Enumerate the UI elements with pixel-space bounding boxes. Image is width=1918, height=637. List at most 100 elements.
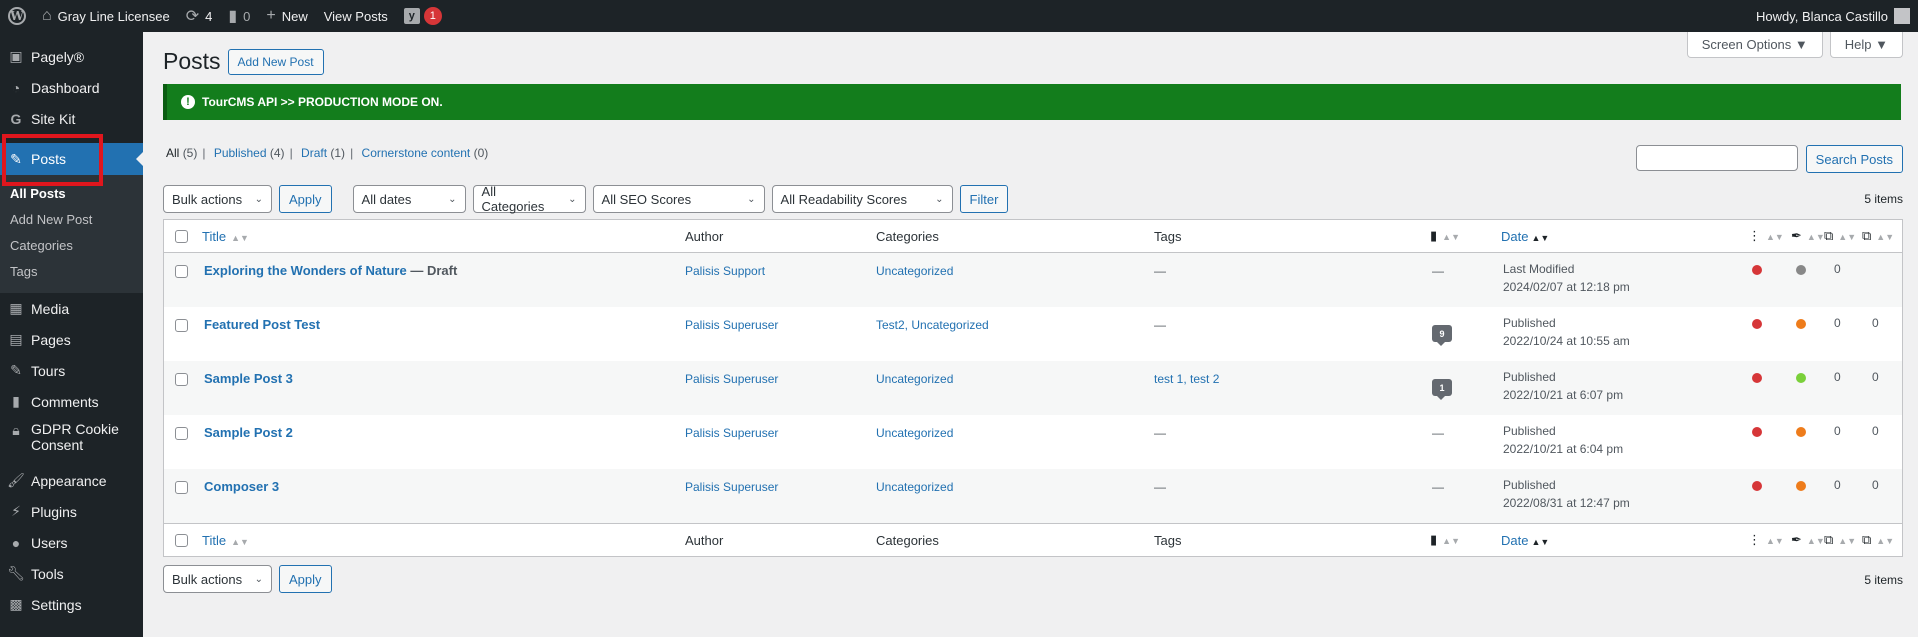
view-draft[interactable]: Draft (1) (301, 146, 345, 160)
tablenav-bottom: Bulk actions ⌄ Apply (163, 565, 332, 593)
post-title-link[interactable]: Featured Post Test (204, 317, 320, 332)
account-menu[interactable]: Howdy, Blanca Castillo (1748, 0, 1918, 32)
readability-column-icon[interactable]: ✒︎ ▲▼ (1791, 532, 1825, 548)
new-content-link[interactable]: + New (258, 0, 315, 32)
wordpress-logo-button[interactable]: W (0, 0, 34, 32)
pages-icon: ▤ (9, 331, 23, 347)
column-author-header: Author (685, 228, 724, 244)
search-posts-button[interactable]: Search Posts (1805, 145, 1903, 173)
add-new-post-button[interactable]: Add New Post (227, 48, 324, 75)
author-link[interactable]: Palisis Superuser (685, 318, 778, 332)
comment-count-bubble[interactable]: 9 (1432, 325, 1452, 346)
menu-media[interactable]: ▦ Media (0, 293, 143, 324)
row-checkbox[interactable] (175, 373, 188, 386)
readability-score-indicator (1796, 427, 1806, 437)
settings-icon: ▩ (9, 596, 23, 612)
readability-column-icon[interactable]: ✒︎ ▲▼ (1791, 228, 1825, 244)
categories-link[interactable]: Uncategorized (876, 480, 953, 494)
incoming-links-column-icon[interactable]: ⧉ ▲▼ (1862, 228, 1894, 244)
seo-score-column-icon[interactable]: ⋮ ▲▼ (1748, 532, 1784, 548)
view-cornerstone[interactable]: Cornerstone content (0) (362, 146, 489, 160)
view-all[interactable]: All (5) (166, 146, 197, 160)
outgoing-links-column-icon[interactable]: ⧉ ▲▼ (1824, 228, 1856, 244)
column-categories-header: Categories (876, 228, 939, 244)
wordpress-icon: W (8, 7, 26, 25)
submenu-tags[interactable]: Tags (0, 259, 143, 285)
select-all-checkbox-footer[interactable] (175, 533, 188, 547)
apply-button-bottom[interactable]: Apply (279, 565, 332, 593)
post-title-link[interactable]: Exploring the Wonders of Nature (204, 263, 407, 278)
categories-link[interactable]: Uncategorized (876, 426, 953, 440)
row-checkbox[interactable] (175, 319, 188, 332)
post-title: Sample Post 2 (204, 425, 293, 440)
seo-score-column-icon[interactable]: ⋮ ▲▼ (1748, 228, 1784, 244)
menu-pagely[interactable]: ▣ Pagely® (0, 41, 143, 72)
notification-badge: 1 (423, 7, 442, 25)
post-title-link[interactable]: Sample Post 2 (204, 425, 293, 440)
updates-link[interactable]: ⟳ 4 (178, 0, 221, 32)
bulk-actions-select-bottom[interactable]: Bulk actions ⌄ (163, 565, 272, 593)
menu-dashboard[interactable]: ◔ Dashboard (0, 72, 143, 103)
select-all-checkbox[interactable] (175, 229, 188, 243)
view-posts-link[interactable]: View Posts (316, 0, 396, 32)
incoming-links-count: 0 (1872, 316, 1879, 330)
row-checkbox[interactable] (175, 427, 188, 440)
column-title-header[interactable]: Title ▲▼ (202, 229, 249, 244)
posts-submenu: All Posts Add New Post Categories Tags (0, 175, 143, 293)
menu-users[interactable]: ● Users (0, 527, 143, 558)
apply-button[interactable]: Apply (279, 185, 332, 213)
menu-settings[interactable]: ▩ Settings (0, 589, 143, 620)
menu-comments[interactable]: ▮ Comments (0, 386, 143, 417)
author-link[interactable]: Palisis Superuser (685, 426, 778, 440)
menu-pages[interactable]: ▤ Pages (0, 324, 143, 355)
yoast-menu[interactable]: y1 (396, 0, 450, 32)
post-state: — Draft (410, 263, 458, 278)
menu-appearance[interactable]: 🖌︎ Appearance (0, 465, 143, 496)
comments-column-icon[interactable]: ▮ ▲▼ (1430, 532, 1460, 548)
submenu-categories[interactable]: Categories (0, 233, 143, 259)
menu-plugins[interactable]: ⚡︎ Plugins (0, 496, 143, 527)
view-published[interactable]: Published (4) (214, 146, 285, 160)
categories-link[interactable]: Uncategorized (876, 372, 953, 386)
submenu-all-posts[interactable]: All Posts (0, 181, 143, 207)
media-icon: ▦ (9, 300, 23, 316)
bulk-actions-select[interactable]: Bulk actions ⌄ (163, 185, 272, 213)
menu-tours[interactable]: ✎ Tours (0, 355, 143, 386)
site-name-link[interactable]: ⌂ Gray Line Licensee (34, 0, 178, 32)
submenu-add-new-post[interactable]: Add New Post (0, 207, 143, 233)
post-title-link[interactable]: Sample Post 3 (204, 371, 293, 386)
chevron-down-icon: ⌄ (254, 193, 263, 205)
comments-link[interactable]: ▮ 0 (220, 0, 258, 32)
yoast-icon: y (403, 8, 420, 24)
author-link[interactable]: Palisis Superuser (685, 480, 778, 494)
categories-filter-select[interactable]: All Categories ⌄ (472, 184, 586, 214)
categories-link[interactable]: Test2, Uncategorized (876, 318, 989, 332)
author-link[interactable]: Palisis Support (685, 264, 765, 278)
author-link[interactable]: Palisis Superuser (685, 372, 778, 386)
help-button[interactable]: Help ▼ (1829, 32, 1903, 58)
seo-scores-select[interactable]: All SEO Scores ⌄ (592, 185, 765, 213)
row-checkbox[interactable] (175, 265, 188, 278)
readability-scores-select[interactable]: All Readability Scores ⌄ (771, 185, 953, 213)
menu-gdpr-cookie-consent[interactable]: 🔒︎ GDPR Cookie Consent (0, 417, 143, 459)
menu-tools[interactable]: 🔧︎ Tools (0, 558, 143, 589)
column-date-footer[interactable]: Date ▲▼ (1501, 533, 1549, 548)
tags-value[interactable]: test 1, test 2 (1154, 372, 1219, 386)
menu-posts[interactable]: ✎ Posts (0, 143, 143, 175)
screen-options-button[interactable]: Screen Options ▼ (1686, 32, 1823, 58)
admin-sidebar: ▣ Pagely® ◔ Dashboard G Site Kit ✎ Posts All… (0, 32, 143, 637)
column-title-footer[interactable]: Title ▲▼ (202, 533, 249, 548)
search-input[interactable] (1635, 145, 1798, 171)
incoming-links-column-icon[interactable]: ⧉ ▲▼ (1862, 532, 1894, 548)
post-status-views: All (5) | Published (4) | Draft (1) | Corne… (166, 146, 489, 160)
dates-filter-select[interactable]: All dates ⌄ (352, 185, 466, 213)
categories-link[interactable]: Uncategorized (876, 264, 953, 278)
outgoing-links-column-icon[interactable]: ⧉ ▲▼ (1824, 532, 1856, 548)
menu-site-kit[interactable]: G Site Kit (0, 103, 143, 134)
post-title-link[interactable]: Composer 3 (204, 479, 279, 494)
comment-count-bubble[interactable]: 1 (1432, 379, 1452, 400)
filter-button[interactable]: Filter (959, 185, 1009, 213)
column-date-header[interactable]: Date ▲▼ (1501, 229, 1549, 244)
row-checkbox[interactable] (175, 481, 188, 494)
comments-column-icon[interactable]: ▮ ▲▼ (1430, 228, 1460, 244)
